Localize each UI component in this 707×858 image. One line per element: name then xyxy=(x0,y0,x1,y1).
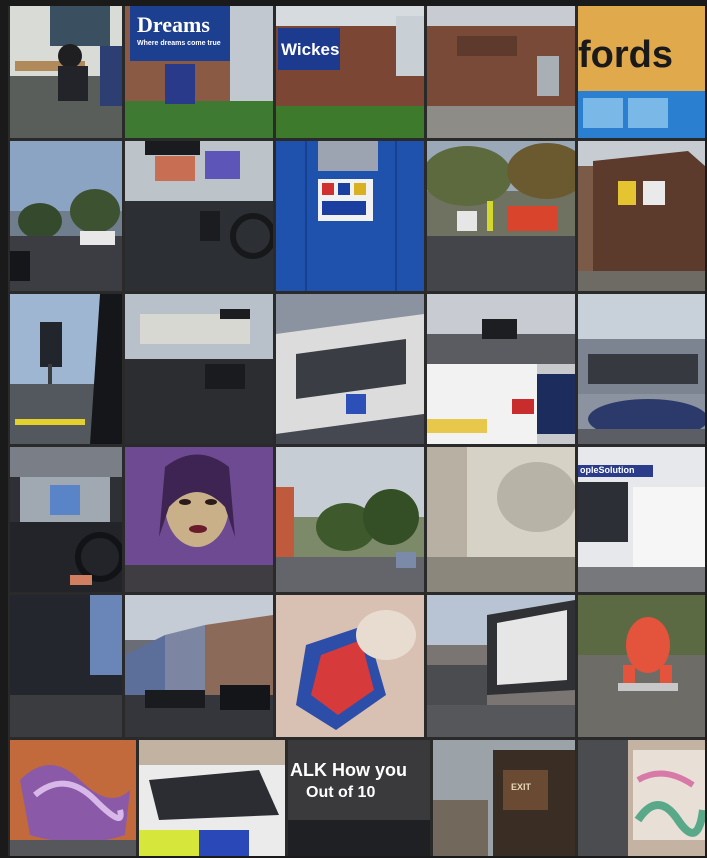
warehouse-scene-icon xyxy=(427,6,575,138)
photo-roadworks[interactable] xyxy=(427,141,575,291)
store-scene-icon xyxy=(276,6,424,138)
photo-brick-building[interactable] xyxy=(578,141,705,291)
photo-doorway-sign[interactable]: EXIT xyxy=(433,740,575,856)
wickes-sign: Wickes xyxy=(281,40,340,59)
police-car-icon xyxy=(139,740,285,856)
road-scene-icon xyxy=(10,141,122,291)
photo-shopfront-van[interactable]: opleSolution xyxy=(578,447,705,592)
portrait-mural-icon xyxy=(125,447,273,592)
photo-police-car[interactable] xyxy=(139,740,285,856)
doorway-sign-text: EXIT xyxy=(511,782,532,792)
building-scene-icon xyxy=(10,595,122,737)
car-interior-icon xyxy=(125,141,273,291)
car-interior-icon xyxy=(10,447,122,592)
photo-parked-car-forecourt[interactable] xyxy=(578,294,705,444)
fords-sign: fords xyxy=(578,34,673,76)
photo-office-interior[interactable] xyxy=(10,6,122,138)
photo-dreams-store[interactable]: Dreams Where dreams come true xyxy=(125,6,273,138)
building-scene-icon xyxy=(276,294,424,444)
photo-white-car[interactable] xyxy=(427,294,575,444)
people-solution-sign: opleSolution xyxy=(580,465,635,475)
graffiti-scene-icon xyxy=(10,740,136,856)
photo-mural-closeup[interactable] xyxy=(276,595,424,737)
dreams-sign: Dreams xyxy=(137,12,210,37)
photo-fords-store[interactable]: fords xyxy=(578,6,705,138)
houses-scene-icon xyxy=(125,595,273,737)
photo-tilted-building[interactable] xyxy=(276,294,424,444)
graffiti-line-2: Out of 10 xyxy=(306,784,376,801)
photo-grid: Dreams Where dreams come true Wickes for… xyxy=(8,6,705,856)
office-scene-icon xyxy=(10,6,122,138)
street-scene-icon xyxy=(427,447,575,592)
photo-car-dashboard[interactable] xyxy=(125,141,273,291)
painted-wall-icon xyxy=(578,740,705,856)
photo-gorilla-statue[interactable] xyxy=(578,595,705,737)
dreams-subtitle: Where dreams come true xyxy=(137,40,221,47)
building-scene-icon xyxy=(578,141,705,291)
roadworks-scene-icon xyxy=(427,141,575,291)
photo-graffiti-text[interactable]: ALK How you Out of 10 xyxy=(288,740,430,856)
hoarding-scene-icon xyxy=(276,141,424,291)
car-scene-icon xyxy=(578,294,705,444)
photo-wickes-store[interactable]: Wickes xyxy=(276,6,424,138)
graffiti-line-1: ALK How you xyxy=(290,760,407,780)
photo-car-interior-street[interactable] xyxy=(10,447,122,592)
street-scene-icon xyxy=(276,447,424,592)
photo-brick-warehouse[interactable] xyxy=(427,6,575,138)
photo-road-trees[interactable] xyxy=(10,141,122,291)
photo-billboard-street[interactable] xyxy=(427,595,575,737)
photo-portrait-mural[interactable] xyxy=(125,447,273,592)
photo-painted-wall[interactable] xyxy=(578,740,705,856)
mural-closeup-icon xyxy=(276,595,424,737)
doorway-scene-icon xyxy=(433,740,575,856)
photo-terraced-houses[interactable] xyxy=(125,595,273,737)
photo-dark-building[interactable] xyxy=(10,595,122,737)
car-interior-icon xyxy=(125,294,273,444)
photo-sunny-street[interactable] xyxy=(427,447,575,592)
photo-car-windscreen[interactable] xyxy=(125,294,273,444)
billboard-scene-icon xyxy=(427,595,575,737)
photo-blue-hoarding[interactable] xyxy=(276,141,424,291)
car-scene-icon xyxy=(427,294,575,444)
street-scene-icon xyxy=(10,294,122,444)
photo-street-sign-pole[interactable] xyxy=(10,294,122,444)
statue-scene-icon xyxy=(578,595,705,737)
photo-graffiti-wall[interactable] xyxy=(10,740,136,856)
photo-street-trees[interactable] xyxy=(276,447,424,592)
